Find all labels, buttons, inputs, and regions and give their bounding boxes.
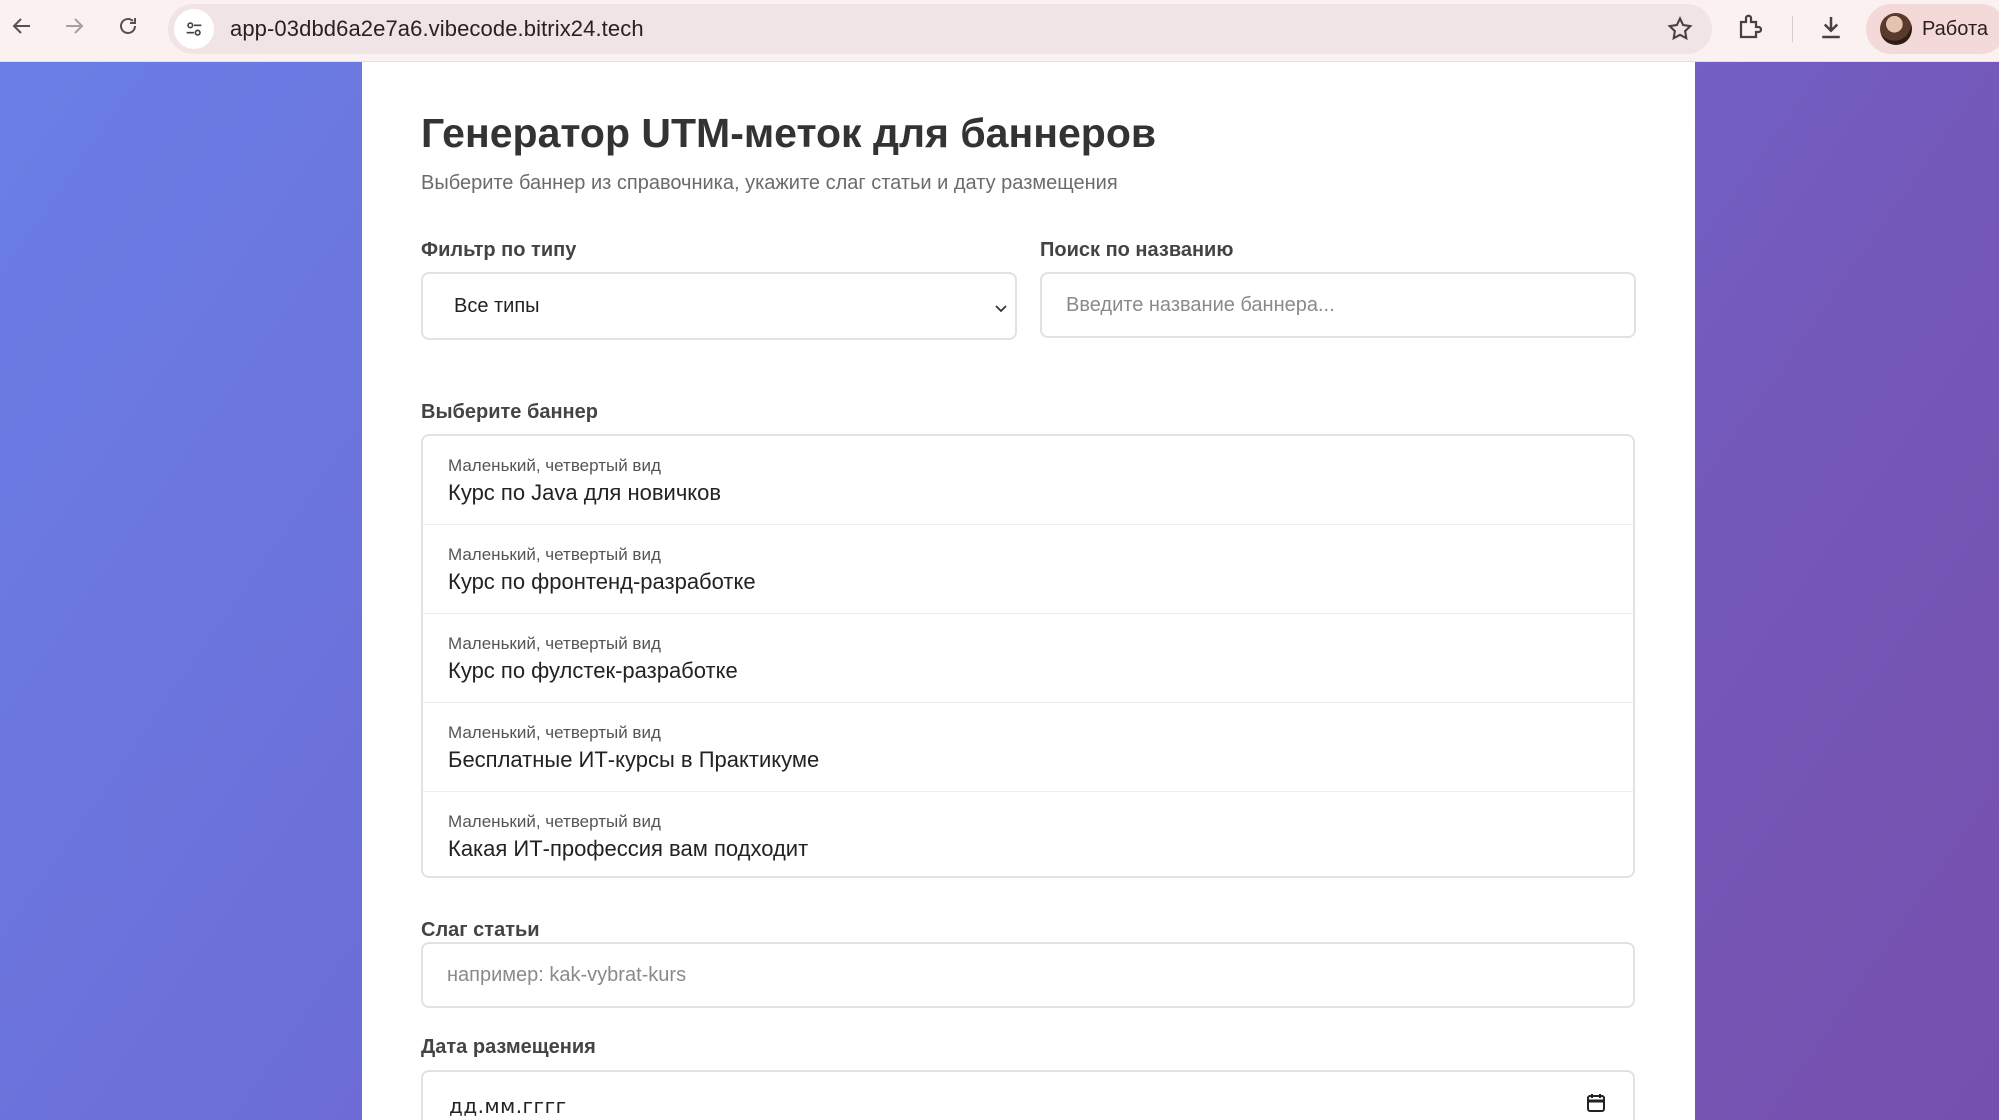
banner-type: Маленький, четвертый вид (448, 723, 661, 742)
profile-name: Работа (1922, 17, 1988, 40)
list-item[interactable]: Маленький, четвертый вид Какая ИТ-профес… (423, 792, 1633, 876)
address-bar[interactable]: app-03dbd6a2e7a6.vibecode.bitrix24.tech (168, 4, 1712, 54)
list-item[interactable]: Маленький, четвертый вид Курс по фулстек… (423, 614, 1633, 703)
banner-name: Бесплатные ИТ-курсы в Практикуме (448, 747, 820, 772)
banner-name: Какая ИТ-профессия вам подходит (448, 836, 809, 861)
banner-list: Маленький, четвертый вид Курс по Java дл… (421, 434, 1635, 878)
date-label: Дата размещения (421, 1036, 596, 1058)
url-text: app-03dbd6a2e7a6.vibecode.bitrix24.tech (230, 16, 644, 41)
back-icon[interactable] (0, 0, 48, 52)
date-placeholder: дд.мм.гггг (449, 1094, 567, 1118)
banner-type: Маленький, четвертый вид (448, 634, 661, 653)
reload-icon[interactable] (102, 0, 154, 52)
extensions-icon[interactable] (1736, 12, 1766, 42)
type-filter-value: Все типы (454, 294, 540, 317)
banner-type: Маленький, четвертый вид (448, 545, 661, 564)
banner-name: Курс по фулстек-разработке (448, 658, 738, 683)
list-item[interactable]: Маленький, четвертый вид Курс по фронтен… (423, 525, 1633, 614)
slug-input[interactable] (421, 942, 1635, 1008)
filter-label: Фильтр по типу (421, 239, 577, 261)
slug-label: Слаг статьи (421, 919, 540, 941)
banner-name: Курс по фронтенд-разработке (448, 569, 756, 594)
banner-label: Выберите баннер (421, 401, 598, 423)
page-subtitle: Выберите баннер из справочника, укажите … (421, 172, 1118, 194)
banner-type: Маленький, четвертый вид (448, 812, 661, 831)
forward-icon[interactable] (48, 0, 100, 52)
banner-type: Маленький, четвертый вид (448, 456, 661, 475)
search-label: Поиск по названию (1040, 239, 1234, 261)
avatar (1880, 13, 1912, 45)
form-card: Генератор UTM-меток для баннеров Выберит… (362, 62, 1695, 1120)
page-background: Генератор UTM-меток для баннеров Выберит… (0, 62, 1999, 1120)
page-title: Генератор UTM-меток для баннеров (421, 110, 1157, 156)
chevron-down-icon (995, 305, 1007, 313)
list-item[interactable]: Маленький, четвертый вид Курс по Java дл… (423, 436, 1633, 525)
banner-name: Курс по Java для новичков (448, 480, 722, 505)
bookmark-star-icon[interactable] (1666, 15, 1694, 43)
type-filter-select[interactable]: Все типы (421, 272, 1017, 340)
calendar-icon[interactable] (1585, 1092, 1607, 1114)
toolbar-divider (1792, 16, 1793, 42)
browser-toolbar: app-03dbd6a2e7a6.vibecode.bitrix24.tech … (0, 0, 1999, 62)
search-input[interactable] (1040, 272, 1636, 338)
profile-button[interactable]: Работа (1866, 4, 1999, 54)
date-input[interactable]: дд.мм.гггг (421, 1070, 1635, 1120)
site-settings-icon[interactable] (174, 9, 214, 49)
download-icon[interactable] (1816, 12, 1846, 42)
list-item[interactable]: Маленький, четвертый вид Бесплатные ИТ-к… (423, 703, 1633, 792)
